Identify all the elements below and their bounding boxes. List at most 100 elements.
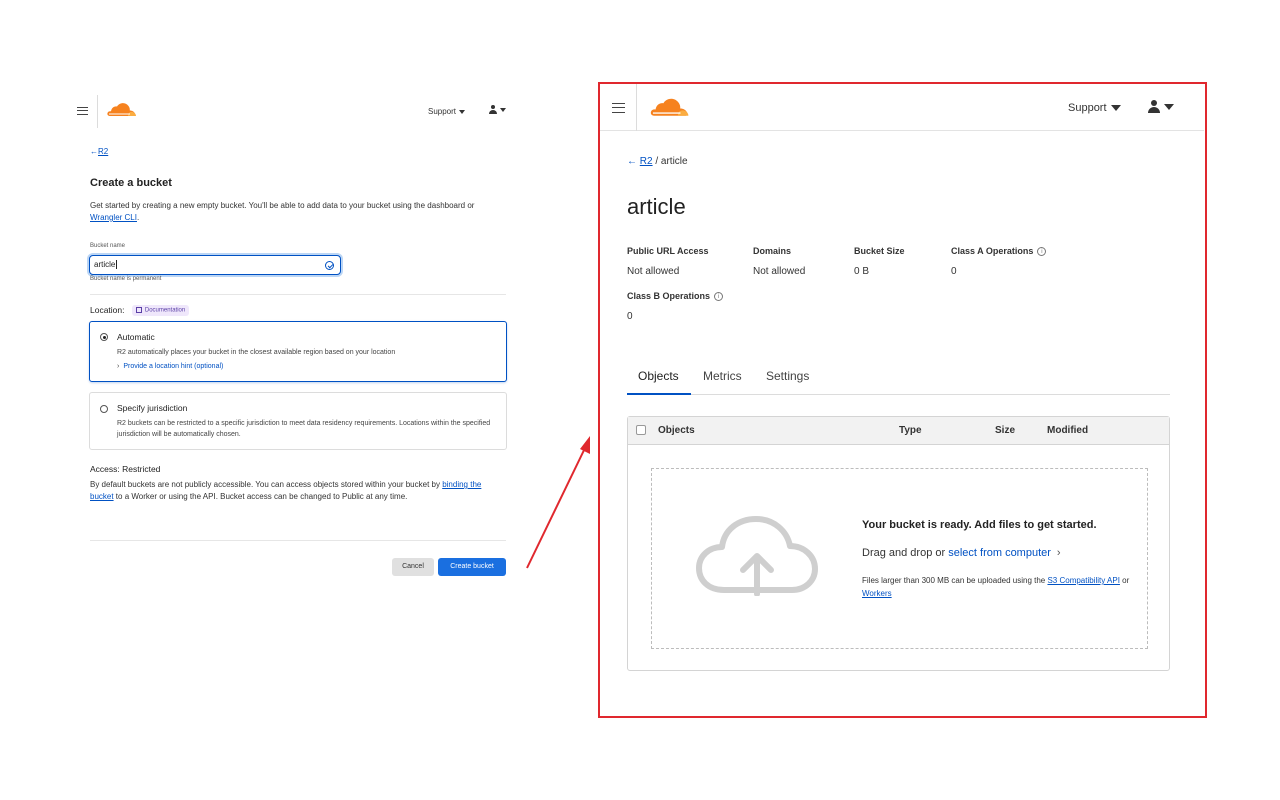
option-text-jurisdiction: R2 buckets can be restricted to a specif…	[117, 420, 491, 438]
select-from-computer-link[interactable]: select from computer	[948, 547, 1051, 559]
support-menu[interactable]: Support	[428, 107, 466, 116]
access-description: By default buckets are not publicly acce…	[90, 479, 500, 503]
access-text-end: to a Worker or using the API. Bucket acc…	[113, 492, 408, 501]
location-option-automatic[interactable]: Automatic R2 automatically places your b…	[89, 321, 507, 382]
user-icon	[488, 105, 497, 115]
empty-state-title: Your bucket is ready. Add files to get s…	[862, 519, 1097, 531]
page-title: Create a bucket	[90, 177, 172, 189]
menu-icon[interactable]	[77, 107, 88, 115]
book-icon	[135, 307, 142, 314]
wrangler-cli-link[interactable]: Wrangler CLI	[90, 213, 137, 222]
info-icon[interactable]: i	[1037, 247, 1047, 257]
radio-jurisdiction[interactable]	[100, 405, 108, 413]
option-title-jurisdiction: Specify jurisdiction	[117, 403, 188, 413]
stat-label-class-a: Class A Operations i	[951, 246, 1047, 257]
menu-icon[interactable]	[612, 103, 625, 113]
bucket-name-label: Bucket name	[90, 243, 126, 249]
class-b-label: Class B Operations	[627, 291, 711, 301]
breadcrumb-current: / article	[655, 156, 688, 167]
documentation-label: Documentation	[144, 308, 186, 315]
option-text-automatic: R2 automatically places your bucket in t…	[117, 349, 396, 356]
tab-bar: Objects Metrics Settings	[627, 363, 1170, 395]
option-title-automatic: Automatic	[117, 332, 155, 342]
chevron-down-icon	[459, 109, 466, 114]
table-header: Objects Type Size Modified	[628, 417, 1169, 445]
description-text: Get started by creating a new empty buck…	[90, 201, 475, 210]
stat-label-domains: Domains	[753, 246, 792, 256]
page-description: Get started by creating a new empty buck…	[90, 200, 490, 224]
drag-drop-text: Drag and drop or select from computer ›	[862, 547, 1061, 559]
bucket-name-input[interactable]: article	[89, 255, 341, 275]
access-value: Restricted	[122, 464, 161, 474]
tab-settings[interactable]: Settings	[766, 369, 809, 383]
cloudflare-logo-icon	[107, 103, 136, 116]
back-link-label: R2	[98, 147, 109, 156]
stat-label-class-b: Class B Operations i	[627, 291, 724, 302]
support-menu[interactable]: Support	[1068, 102, 1121, 114]
column-objects[interactable]: Objects	[658, 425, 695, 436]
chevron-down-icon	[1110, 105, 1121, 112]
bucket-detail-panel: Support ← R2 / article article Public UR…	[598, 82, 1207, 718]
class-a-label: Class A Operations	[951, 246, 1034, 256]
column-modified[interactable]: Modified	[1047, 425, 1088, 436]
divider	[90, 294, 506, 295]
support-label: Support	[1068, 102, 1107, 114]
cloudflare-logo-icon	[650, 98, 689, 116]
upload-note-or: or	[1119, 576, 1130, 585]
stat-label-bucket-size: Bucket Size	[854, 246, 905, 256]
location-option-jurisdiction[interactable]: Specify jurisdiction R2 buckets can be r…	[89, 392, 507, 450]
tab-metrics[interactable]: Metrics	[703, 369, 742, 383]
text-cursor	[116, 260, 118, 269]
divider	[90, 540, 506, 541]
stat-value-class-b: 0	[627, 311, 633, 322]
workers-link[interactable]: Workers	[862, 589, 892, 598]
header-divider	[97, 95, 98, 128]
location-row: Location: Documentation	[90, 305, 190, 317]
access-text: By default buckets are not publicly acce…	[90, 480, 443, 489]
user-menu[interactable]	[488, 105, 506, 115]
cancel-button[interactable]: Cancel	[392, 558, 434, 576]
user-menu[interactable]	[1147, 100, 1174, 113]
info-icon[interactable]: i	[714, 292, 724, 302]
chevron-right-icon: ›	[117, 363, 120, 370]
cloud-upload-icon	[696, 516, 818, 596]
column-size[interactable]: Size	[995, 425, 1015, 436]
drag-drop-label: Drag and drop or	[862, 547, 949, 559]
tab-objects[interactable]: Objects	[638, 369, 679, 383]
documentation-badge[interactable]: Documentation	[131, 305, 190, 317]
header-divider	[636, 84, 637, 131]
valid-check-icon	[325, 261, 334, 270]
create-bucket-button[interactable]: Create bucket	[438, 558, 506, 576]
select-all-checkbox[interactable]	[636, 425, 646, 435]
chevron-down-icon	[500, 107, 506, 112]
back-link[interactable]: ←R2	[90, 147, 108, 156]
support-label: Support	[428, 107, 457, 116]
access-row: Access: Restricted	[90, 464, 160, 474]
breadcrumb-r2-link[interactable]: R2	[640, 156, 653, 167]
bucket-title: article	[627, 194, 686, 219]
back-arrow-icon[interactable]: ←	[627, 156, 637, 167]
breadcrumb: ← R2 / article	[627, 156, 688, 167]
upload-note-text: Files larger than 300 MB can be uploaded…	[862, 576, 1048, 585]
upload-note: Files larger than 300 MB can be uploaded…	[862, 574, 1152, 600]
location-hint-link[interactable]: › Provide a location hint (optional)	[117, 363, 223, 370]
upload-dropzone[interactable]: Your bucket is ready. Add files to get s…	[651, 468, 1148, 649]
description-end: .	[136, 213, 140, 222]
user-icon	[1147, 100, 1160, 113]
bucket-name-value: article	[94, 260, 116, 269]
chevron-down-icon	[1164, 103, 1174, 110]
s3-compatibility-api-link[interactable]: S3 Compatibility API	[1047, 576, 1119, 585]
column-type[interactable]: Type	[899, 425, 922, 436]
stat-label-public-url: Public URL Access	[627, 246, 709, 256]
active-tab-indicator	[627, 393, 691, 395]
radio-automatic[interactable]	[100, 333, 108, 341]
automatic-title-text: Automatic	[117, 332, 155, 342]
chevron-right-icon: ›	[1056, 547, 1061, 559]
stat-value-class-a: 0	[951, 266, 957, 277]
annotation-arrow-icon	[526, 436, 590, 569]
bucket-name-hint: Bucket name is permanent	[90, 276, 162, 282]
objects-table: Objects Type Size Modified Your bucket i…	[627, 416, 1170, 671]
location-hint-label: Provide a location hint (optional)	[123, 363, 224, 370]
stat-value-bucket-size: 0 B	[854, 266, 870, 277]
top-bar: Support	[600, 84, 1204, 131]
